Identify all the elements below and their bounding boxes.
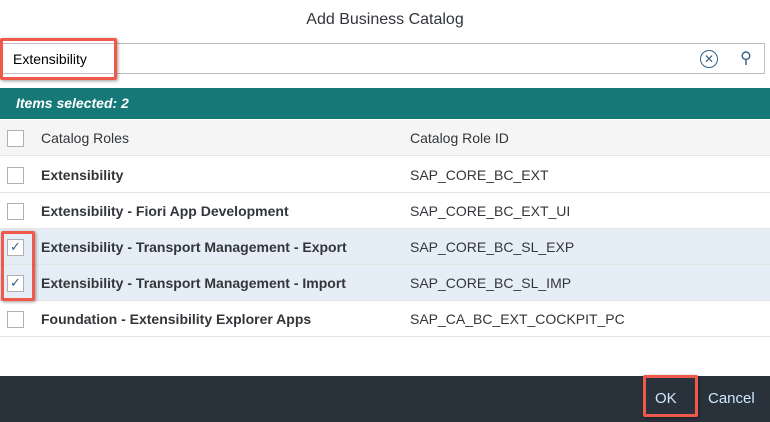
table-row[interactable]: Extensibility SAP_CORE_BC_EXT [0, 157, 770, 193]
highlight-box [1, 231, 35, 301]
catalog-role-id: SAP_CORE_BC_SL_IMP [410, 275, 572, 291]
table-row[interactable]: ✓ Extensibility - Transport Management -… [0, 229, 770, 265]
catalog-role: Extensibility - Fiori App Development [41, 203, 289, 219]
catalog-role-id: SAP_CORE_BC_EXT_UI [410, 203, 571, 219]
catalog-role: Foundation - Extensibility Explorer Apps [41, 311, 312, 327]
dialog-title: Add Business Catalog [306, 11, 464, 28]
table-row[interactable]: Foundation - Extensibility Explorer Apps… [0, 301, 770, 337]
highlight-box [0, 38, 117, 80]
clear-icon[interactable]: ✕ [700, 50, 718, 68]
row-checkbox[interactable] [7, 167, 24, 184]
highlight-box [643, 375, 698, 417]
row-checkbox[interactable] [7, 311, 24, 328]
cancel-button[interactable]: Cancel [708, 376, 755, 422]
column-header-catalog-role-id[interactable]: Catalog Role ID [410, 120, 509, 156]
search-field[interactable]: Extensibility ✕ ⚲ [3, 43, 765, 74]
items-selected-bar: Items selected: 2 [0, 88, 770, 119]
select-all-checkbox[interactable] [7, 130, 24, 147]
catalog-role-id: SAP_CORE_BC_SL_EXP [410, 239, 575, 255]
catalog-role: Extensibility [41, 167, 124, 183]
search-icon[interactable]: ⚲ [736, 49, 756, 69]
row-checkbox[interactable] [7, 203, 24, 220]
catalog-role: Extensibility - Transport Management - I… [41, 275, 346, 291]
column-header-catalog-roles[interactable]: Catalog Roles [41, 120, 129, 156]
table-row[interactable]: ✓ Extensibility - Transport Management -… [0, 265, 770, 301]
catalog-role-id: SAP_CORE_BC_EXT [410, 167, 549, 183]
catalog-role: Extensibility - Transport Management - E… [41, 239, 347, 255]
table-row[interactable]: Extensibility - Fiori App Development SA… [0, 193, 770, 229]
catalog-role-id: SAP_CA_BC_EXT_COCKPIT_PC [410, 311, 625, 327]
table-header: Catalog Roles Catalog Role ID [0, 120, 770, 156]
